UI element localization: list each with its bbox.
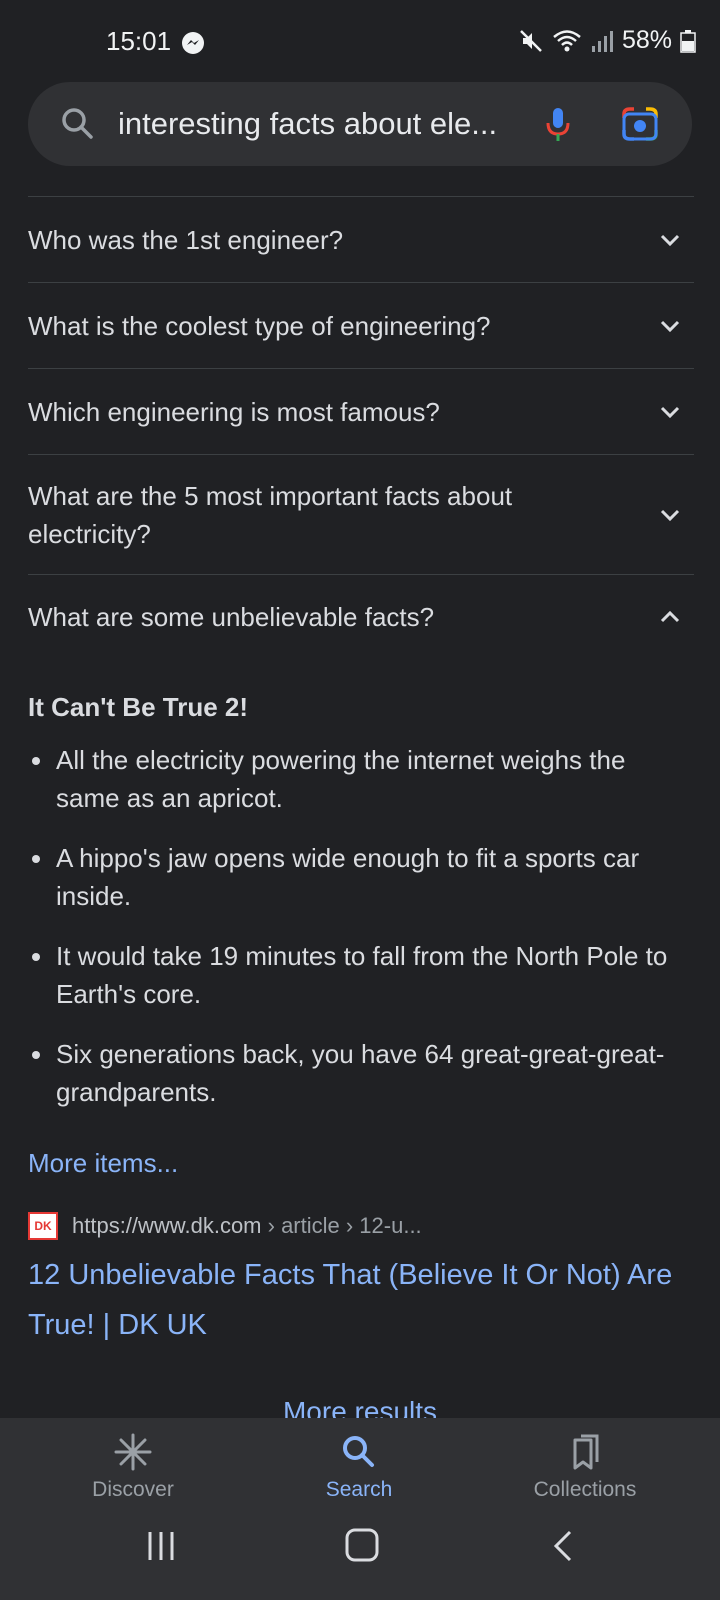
nav-search-label: Search (325, 1478, 393, 1501)
search-icon (62, 108, 93, 139)
dk-logo: DK (28, 1212, 58, 1240)
people-also-ask: Who was the 1st engineer? What is the co… (28, 196, 694, 659)
source-path: › article › 12-u... (261, 1213, 422, 1238)
recent-apps-icon[interactable] (146, 1528, 176, 1564)
list-item: It would take 19 minutes to fall from th… (28, 937, 694, 1013)
nav-collections-label: Collections (533, 1478, 637, 1501)
status-icons: 58% (518, 26, 696, 55)
nav-discover[interactable]: Discover (43, 1418, 223, 1518)
question-text: What are some unbelievable facts? (28, 602, 435, 632)
nav-search[interactable]: Search (269, 1418, 449, 1518)
collections-icon (573, 1434, 599, 1470)
source-row[interactable]: DK https://www.dk.com › article › 12-u..… (28, 1212, 422, 1240)
source-url: https://www.dk.com › article › 12-u... (72, 1213, 422, 1239)
chevron-down-icon[interactable] (656, 501, 684, 529)
status-time: 15:01 (106, 26, 172, 56)
list-item: All the electricity powering the interne… (28, 741, 694, 817)
question-text: Which engineering is most famous? (28, 396, 440, 427)
question-text: What is the coolest type of engineering? (28, 310, 491, 341)
question-item[interactable]: Who was the 1st engineer? (28, 196, 694, 282)
chevron-down-icon[interactable] (656, 226, 684, 254)
question-item[interactable]: What is the coolest type of engineering? (28, 282, 694, 368)
question-item[interactable]: What are the 5 most important facts abou… (28, 454, 694, 574)
mute-icon (520, 29, 542, 52)
nav-discover-label: Discover (92, 1478, 174, 1501)
wifi-icon (553, 29, 581, 51)
chevron-down-icon[interactable] (656, 398, 684, 426)
answer-panel: It Can't Be True 2! All the electricity … (28, 692, 694, 1133)
search-icon (343, 1436, 374, 1467)
chevron-up-icon[interactable] (656, 603, 684, 631)
result-title-link[interactable]: 12 Unbelievable Facts That (Believe It O… (28, 1250, 688, 1350)
back-icon[interactable] (548, 1528, 578, 1564)
bottom-nav: Discover Search Collections (0, 1418, 720, 1600)
question-text: Who was the 1st engineer? (28, 224, 344, 255)
google-lens-icon[interactable] (620, 104, 660, 144)
question-text: What are the 5 most important facts abou… (28, 480, 513, 549)
battery-icon (680, 29, 696, 53)
question-item-expanded[interactable]: What are some unbelievable facts? (28, 574, 694, 659)
home-icon[interactable] (344, 1526, 380, 1564)
search-input[interactable]: interesting facts about ele... (118, 106, 497, 142)
status-bar: 15:01 58% (0, 0, 720, 80)
list-item: Six generations back, you have 64 great-… (28, 1035, 694, 1111)
messenger-icon (182, 32, 204, 54)
more-items-link[interactable]: More items... (28, 1148, 178, 1179)
battery-percent: 58% (621, 26, 672, 54)
source-domain: https://www.dk.com (72, 1213, 262, 1238)
search-bar[interactable]: interesting facts about ele... (28, 82, 692, 166)
asterisk-icon (114, 1433, 152, 1471)
nav-collections[interactable]: Collections (495, 1418, 675, 1518)
chevron-down-icon[interactable] (656, 312, 684, 340)
list-item: A hippo's jaw opens wide enough to fit a… (28, 839, 694, 915)
answer-bullets: All the electricity powering the interne… (28, 741, 694, 1111)
answer-title: It Can't Be True 2! (28, 692, 248, 722)
question-item[interactable]: Which engineering is most famous? (28, 368, 694, 454)
microphone-icon[interactable] (538, 104, 578, 144)
signal-icon (591, 30, 613, 52)
